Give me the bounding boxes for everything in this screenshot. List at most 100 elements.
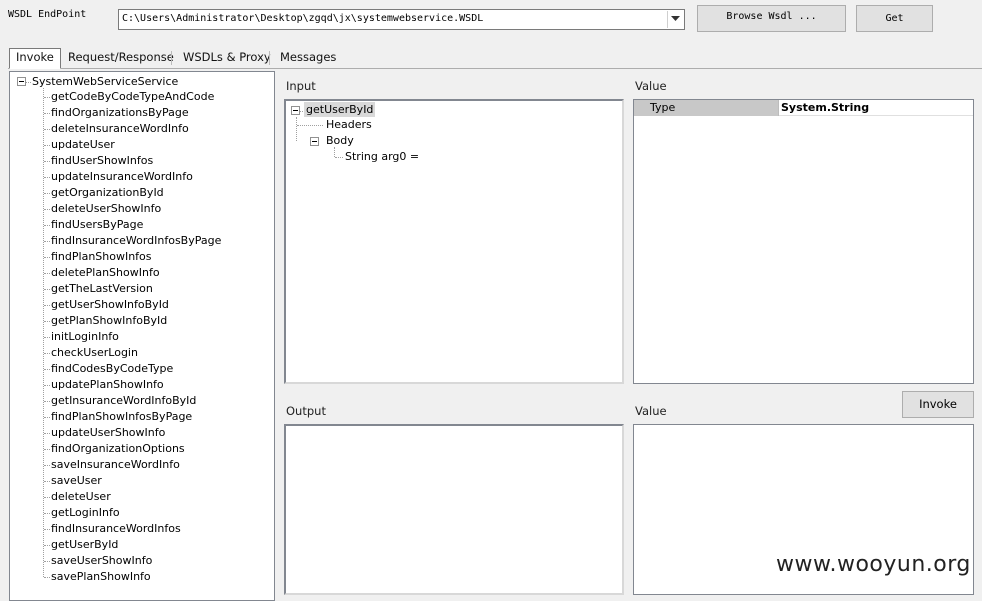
invoke-button[interactable]: Invoke <box>902 391 974 418</box>
tree-connector <box>44 97 50 98</box>
tree-method-item[interactable]: getTheLastVersion <box>51 281 153 297</box>
tree-connector <box>44 113 50 114</box>
output-label: Output <box>286 404 326 418</box>
tree-method-item[interactable]: updatePlanShowInfo <box>51 377 164 393</box>
endpoint-dropdown-button[interactable] <box>667 11 683 28</box>
tree-method-item[interactable]: findInsuranceWordInfosByPage <box>51 233 221 249</box>
tree-connector <box>44 225 50 226</box>
tree-method-item[interactable]: getInsuranceWordInfoById <box>51 393 196 409</box>
tree-connector <box>44 465 50 466</box>
tree-method-item[interactable]: findCodesByCodeType <box>51 361 173 377</box>
tree-connector <box>44 513 50 514</box>
tree-connector <box>44 193 50 194</box>
tree-connector <box>44 209 50 210</box>
tree-connector <box>44 129 50 130</box>
endpoint-label: WSDL EndPoint <box>8 9 87 20</box>
tree-method-item[interactable]: findUsersByPage <box>51 217 143 233</box>
tab-request-response[interactable]: Request/Response <box>62 49 180 68</box>
tree-connector <box>44 321 50 322</box>
tree-method-item[interactable]: updateUser <box>51 137 115 153</box>
watermark-text: www.wooyun.org <box>776 552 971 577</box>
tree-connector <box>44 561 50 562</box>
tab-wsdls-proxy[interactable]: WSDLs & Proxy <box>177 49 277 68</box>
tree-method-item[interactable]: initLoginInfo <box>51 329 119 345</box>
tab-invoke[interactable]: Invoke <box>9 48 61 69</box>
tree-method-item[interactable]: findInsuranceWordInfos <box>51 521 181 537</box>
input-value-label: Value <box>635 79 667 93</box>
tree-connector <box>44 481 50 482</box>
tab-messages[interactable]: Messages <box>274 49 342 68</box>
tree-connector <box>44 337 50 338</box>
tab-separator <box>171 51 172 65</box>
tab-separator <box>269 51 270 65</box>
tree-connector <box>296 117 297 141</box>
tree-connector <box>44 433 50 434</box>
tree-method-item[interactable]: getOrganizationById <box>51 185 164 201</box>
input-headers-node[interactable]: Headers <box>326 118 372 131</box>
input-tree[interactable]: getUserById Headers Body String arg0 = <box>284 99 624 384</box>
tree-method-item[interactable]: savePlanShowInfo <box>51 569 151 585</box>
property-key: Type <box>634 100 778 116</box>
tree-connector <box>44 449 50 450</box>
tree-method-item[interactable]: saveUser <box>51 473 102 489</box>
tree-connector <box>44 241 50 242</box>
chevron-down-icon <box>671 16 680 21</box>
tab-strip-line <box>8 68 982 69</box>
tree-method-item[interactable]: deleteUserShowInfo <box>51 201 161 217</box>
tree-connector <box>297 125 323 126</box>
tree-connector <box>44 257 50 258</box>
endpoint-combobox[interactable]: C:\Users\Administrator\Desktop\zgqd\jx\s… <box>118 9 685 30</box>
browse-wsdl-button[interactable]: Browse Wsdl ... <box>697 5 846 32</box>
tree-connector <box>44 177 50 178</box>
tree-method-item[interactable]: checkUserLogin <box>51 345 138 361</box>
tree-method-item[interactable]: findOrganizationsByPage <box>51 105 189 121</box>
output-value-label: Value <box>635 404 667 418</box>
tree-connector <box>44 497 50 498</box>
tree-collapse-icon[interactable] <box>310 137 319 146</box>
tree-connector <box>44 577 50 578</box>
input-value-grid[interactable]: Type System.String <box>633 99 974 384</box>
get-button[interactable]: Get <box>856 5 933 32</box>
tree-method-item[interactable]: findPlanShowInfosByPage <box>51 409 192 425</box>
input-method-node[interactable]: getUserById <box>304 102 376 117</box>
input-body-node[interactable]: Body <box>326 134 354 147</box>
tree-collapse-icon[interactable] <box>17 77 26 86</box>
tree-method-item[interactable]: findOrganizationOptions <box>51 441 185 457</box>
tree-method-item[interactable]: saveInsuranceWordInfo <box>51 457 180 473</box>
tree-connector <box>44 273 50 274</box>
tree-connector <box>334 147 335 157</box>
tree-method-item[interactable]: getCodeByCodeTypeAndCode <box>51 89 214 105</box>
service-tree[interactable]: SystemWebServiceService getCodeByCodeTyp… <box>9 71 275 601</box>
tree-method-item[interactable]: findPlanShowInfos <box>51 249 152 265</box>
tree-connector <box>44 417 50 418</box>
tree-connector <box>44 289 50 290</box>
endpoint-value[interactable]: C:\Users\Administrator\Desktop\zgqd\jx\s… <box>122 13 483 24</box>
tree-method-item[interactable]: deleteInsuranceWordInfo <box>51 121 189 137</box>
tree-connector <box>44 305 50 306</box>
tree-connector <box>44 145 50 146</box>
tree-connector <box>44 545 50 546</box>
output-tree[interactable] <box>284 424 624 595</box>
tree-method-item[interactable]: updateInsuranceWordInfo <box>51 169 193 185</box>
tree-method-item[interactable]: deletePlanShowInfo <box>51 265 160 281</box>
tree-method-item[interactable]: updateUserShowInfo <box>51 425 165 441</box>
property-row[interactable]: Type System.String <box>634 100 973 116</box>
tree-connector <box>44 529 50 530</box>
tree-method-item[interactable]: getLoginInfo <box>51 505 120 521</box>
tree-root-service[interactable]: SystemWebServiceService <box>32 75 178 88</box>
tree-connector <box>44 369 50 370</box>
tree-collapse-icon[interactable] <box>291 106 300 115</box>
property-value[interactable]: System.String <box>779 100 869 116</box>
tree-method-item[interactable]: getUserShowInfoById <box>51 297 169 313</box>
input-label: Input <box>286 79 316 93</box>
tree-method-item[interactable]: getUserById <box>51 537 118 553</box>
tree-connector <box>44 353 50 354</box>
tree-method-item[interactable]: saveUserShowInfo <box>51 553 152 569</box>
tree-connector <box>44 385 50 386</box>
input-param-node[interactable]: String arg0 = <box>345 150 419 163</box>
tree-connector <box>44 161 50 162</box>
tree-method-item[interactable]: deleteUser <box>51 489 111 505</box>
tree-method-item[interactable]: getPlanShowInfoById <box>51 313 167 329</box>
tree-connector <box>26 82 31 83</box>
tree-method-item[interactable]: findUserShowInfos <box>51 153 153 169</box>
